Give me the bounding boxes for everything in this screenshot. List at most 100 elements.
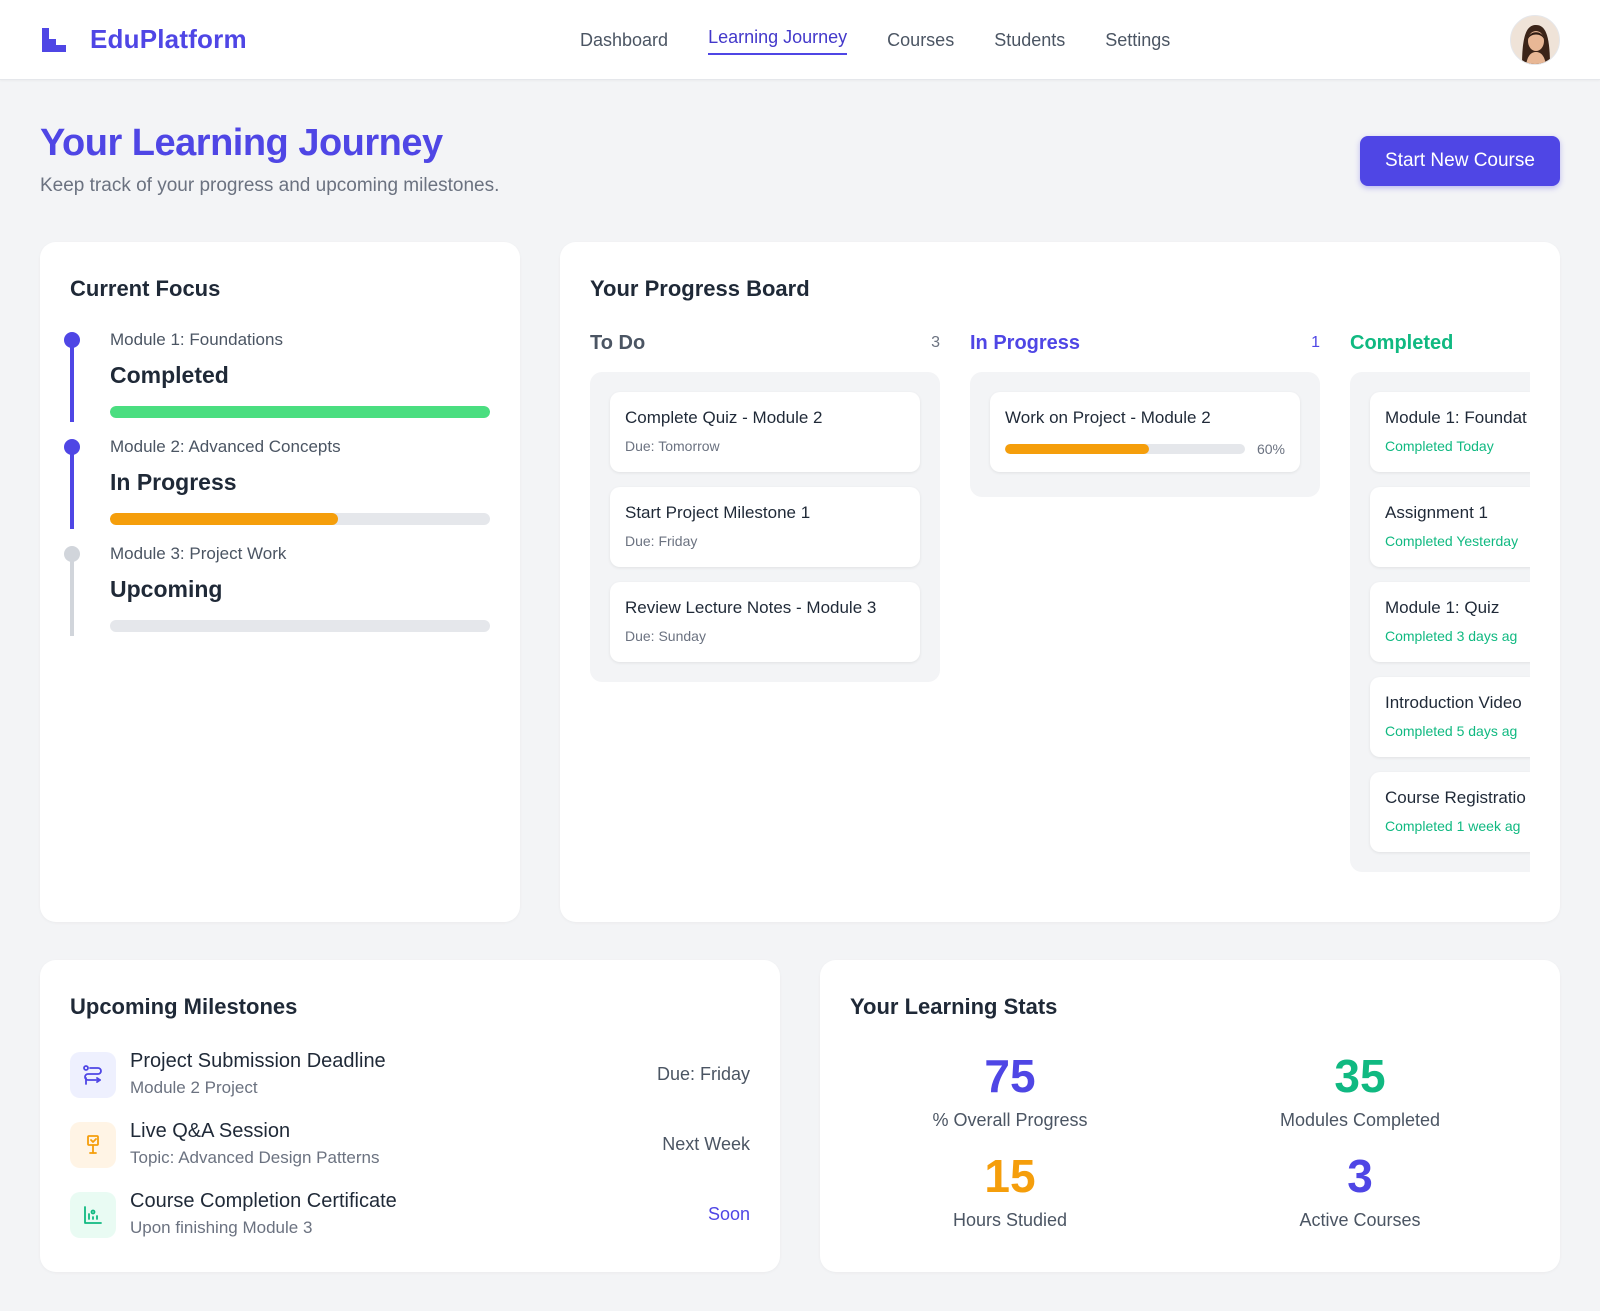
task-title: Module 1: Quiz bbox=[1385, 598, 1500, 617]
current-focus-card: Current Focus Module 1: Foundations Comp… bbox=[40, 242, 520, 922]
task-title: Assignment 1 bbox=[1385, 503, 1488, 522]
milestone-subtitle: Upon finishing Module 3 bbox=[130, 1218, 313, 1237]
timeline-item: Module 2: Advanced Concepts In Progress bbox=[64, 437, 490, 537]
task-due: Due: Tomorrow bbox=[625, 438, 720, 454]
timeline-status: Upcoming bbox=[110, 576, 223, 602]
timeline-status: In Progress bbox=[110, 469, 237, 495]
task-card[interactable]: Assignment 1 Completed Yesterday bbox=[1370, 487, 1530, 567]
progress-bar bbox=[110, 513, 490, 525]
milestone-title: Course Completion Certificate bbox=[130, 1190, 397, 1212]
task-completed-date: Completed 5 days ag bbox=[1385, 723, 1518, 739]
column-header: To Do 3 bbox=[590, 332, 940, 362]
milestone-due: Next Week bbox=[662, 1134, 750, 1154]
column-body: Module 1: Foundat Completed Today Assign… bbox=[1350, 372, 1530, 872]
task-card[interactable]: Module 1: Quiz Completed 3 days ag bbox=[1370, 582, 1530, 662]
nav-settings[interactable]: Settings bbox=[1105, 0, 1170, 80]
timeline-line bbox=[70, 340, 74, 422]
timeline-line bbox=[70, 554, 74, 636]
board-scroll-area[interactable]: To Do 3 Complete Quiz - Module 2 Due: To… bbox=[590, 332, 1530, 922]
task-title: Introduction Video bbox=[1385, 693, 1522, 712]
task-completed-date: Completed Today bbox=[1385, 438, 1494, 454]
progress-board-card: Your Progress Board To Do 3 Complete Qui… bbox=[560, 242, 1560, 922]
nav-learning-journey[interactable]: Learning Journey bbox=[708, 0, 848, 80]
current-focus-title: Current Focus bbox=[70, 276, 221, 301]
progress-fill bbox=[110, 406, 490, 418]
column-count: 1 bbox=[1311, 334, 1320, 351]
task-title: Module 1: Foundat bbox=[1385, 408, 1527, 427]
task-completed-date: Completed 1 week ag bbox=[1385, 818, 1521, 834]
task-progress-label: 60% bbox=[1256, 441, 1285, 457]
task-progress-fill bbox=[1005, 444, 1149, 454]
stat-label: Active Courses bbox=[1299, 1210, 1421, 1230]
timeline-module: Module 1: Foundations bbox=[110, 330, 283, 349]
column-count: 3 bbox=[931, 334, 940, 351]
timeline-item: Module 3: Project Work Upcoming bbox=[64, 544, 490, 644]
task-title: Work on Project - Module 2 bbox=[1005, 408, 1211, 427]
task-card[interactable]: Module 1: Foundat Completed Today bbox=[1370, 392, 1530, 472]
timeline-module: Module 2: Advanced Concepts bbox=[110, 437, 341, 456]
task-progress-bar bbox=[1005, 444, 1245, 454]
task-card[interactable]: Review Lecture Notes - Module 3 Due: Sun… bbox=[610, 582, 920, 662]
milestone-item[interactable]: Live Q&A Session Topic: Advanced Design … bbox=[70, 1120, 750, 1176]
nav-students[interactable]: Students bbox=[994, 0, 1065, 80]
progress-board-title: Your Progress Board bbox=[590, 276, 810, 301]
milestone-due: Due: Friday bbox=[656, 1064, 750, 1084]
milestone-title: Live Q&A Session bbox=[130, 1120, 291, 1142]
column-body: Work on Project - Module 2 60% bbox=[970, 372, 1320, 497]
upcoming-milestones-card: Upcoming Milestones Project Submission D… bbox=[40, 960, 780, 1272]
task-due: Due: Friday bbox=[625, 533, 698, 549]
logo-icon bbox=[42, 27, 66, 52]
column-title: Completed bbox=[1350, 332, 1454, 354]
milestone-title: Project Submission Deadline bbox=[130, 1050, 386, 1072]
timeline-status: Completed bbox=[110, 362, 229, 388]
progress-fill bbox=[110, 513, 338, 525]
column-title: To Do bbox=[590, 332, 646, 354]
column-header: In Progress 1 bbox=[970, 332, 1320, 362]
stat-active-courses: 3 Active Courses bbox=[1185, 1150, 1535, 1231]
user-avatar-image bbox=[1511, 16, 1559, 64]
learning-stats-card: Your Learning Stats 75 % Overall Progres… bbox=[820, 960, 1560, 1272]
main-nav: Dashboard Learning Journey Courses Stude… bbox=[580, 0, 1210, 80]
task-card[interactable]: Start Project Milestone 1 Due: Friday bbox=[610, 487, 920, 567]
stat-label: % Overall Progress bbox=[932, 1110, 1088, 1130]
presentation-icon bbox=[70, 1122, 116, 1168]
timeline-module: Module 3: Project Work bbox=[110, 544, 287, 563]
task-completed-date: Completed 3 days ag bbox=[1385, 628, 1518, 644]
brand[interactable]: EduPlatform bbox=[40, 24, 247, 55]
avatar[interactable] bbox=[1510, 15, 1560, 65]
task-card[interactable]: Work on Project - Module 2 60% bbox=[990, 392, 1300, 472]
route-icon bbox=[70, 1052, 116, 1098]
nav-dashboard[interactable]: Dashboard bbox=[580, 0, 668, 80]
task-title: Start Project Milestone 1 bbox=[625, 503, 811, 522]
brand-name: EduPlatform bbox=[90, 24, 247, 54]
timeline-dot bbox=[64, 546, 80, 562]
milestone-subtitle: Topic: Advanced Design Patterns bbox=[130, 1148, 380, 1167]
timeline-item: Module 1: Foundations Completed bbox=[64, 330, 490, 430]
task-card[interactable]: Complete Quiz - Module 2 Due: Tomorrow bbox=[610, 392, 920, 472]
task-title: Course Registratio bbox=[1385, 788, 1526, 807]
nav-courses[interactable]: Courses bbox=[887, 0, 954, 80]
task-card[interactable]: Introduction Video Completed 5 days ag bbox=[1370, 677, 1530, 757]
milestone-item[interactable]: Project Submission Deadline Module 2 Pro… bbox=[70, 1050, 750, 1106]
stat-overall-progress: 75 % Overall Progress bbox=[835, 1050, 1185, 1131]
column-header: Completed bbox=[1350, 332, 1530, 362]
top-navbar: EduPlatform Dashboard Learning Journey C… bbox=[0, 0, 1600, 80]
chart-icon bbox=[70, 1192, 116, 1238]
column-title: In Progress bbox=[970, 332, 1081, 354]
task-title: Complete Quiz - Module 2 bbox=[625, 408, 823, 427]
stat-value: 15 bbox=[984, 1150, 1036, 1202]
task-completed-date: Completed Yesterday bbox=[1385, 533, 1519, 549]
start-new-course-button[interactable]: Start New Course bbox=[1360, 136, 1560, 186]
page-title: Your Learning Journey bbox=[40, 122, 443, 164]
stat-value: 75 bbox=[984, 1050, 1036, 1102]
stat-value: 35 bbox=[1334, 1050, 1386, 1102]
timeline-dot bbox=[64, 332, 80, 348]
milestone-item[interactable]: Course Completion Certificate Upon finis… bbox=[70, 1190, 750, 1246]
milestone-subtitle: Module 2 Project bbox=[130, 1078, 258, 1097]
progress-bar bbox=[110, 406, 490, 418]
timeline-line bbox=[70, 447, 74, 529]
page-subtitle: Keep track of your progress and upcoming… bbox=[40, 175, 500, 196]
stat-modules-completed: 35 Modules Completed bbox=[1185, 1050, 1535, 1131]
stat-label: Modules Completed bbox=[1279, 1110, 1441, 1130]
task-card[interactable]: Course Registratio Completed 1 week ag bbox=[1370, 772, 1530, 852]
